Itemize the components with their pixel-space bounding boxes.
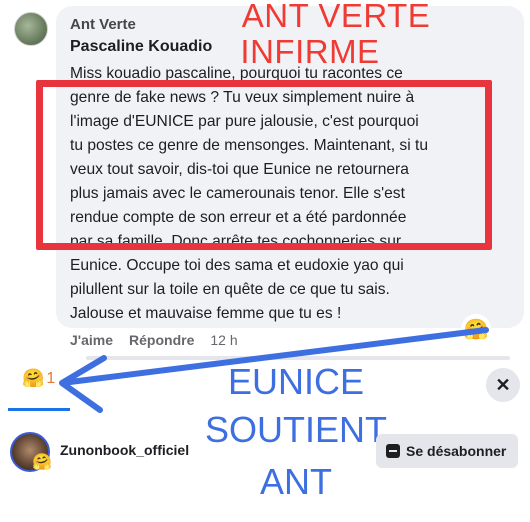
overlay-blue-line2: SOUTIENT [204, 409, 387, 450]
unsubscribe-button[interactable]: Se désabonner [376, 434, 518, 468]
overlay-blue-line3: ANT [260, 461, 332, 502]
reactor-name[interactable]: Zunonbook_officiel [60, 442, 189, 458]
care-emoji-icon: 🤗 [32, 454, 52, 471]
overlay-blue-line1: EUNICE [227, 361, 365, 402]
unfollow-icon [386, 444, 400, 458]
arrow-head [59, 355, 107, 413]
unsubscribe-label: Se désabonner [406, 443, 507, 459]
